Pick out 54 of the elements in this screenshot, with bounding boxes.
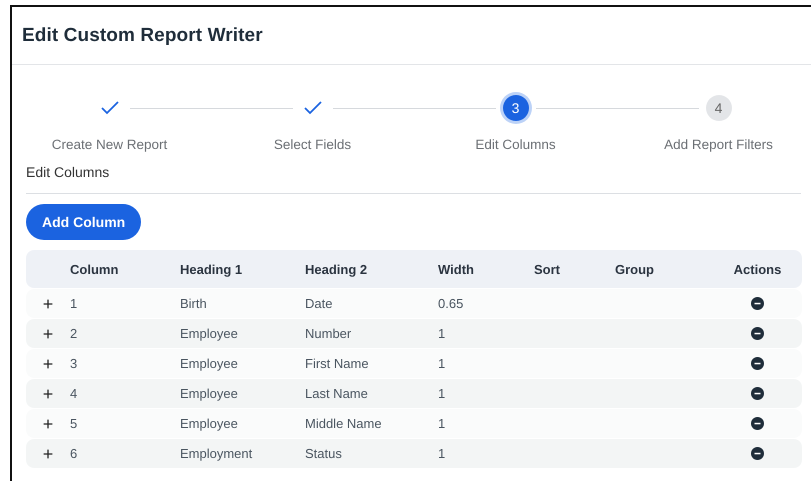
table-cell-text: 1 xyxy=(438,416,446,431)
step-label: Select Fields xyxy=(274,137,352,152)
table-cell-text: 1 xyxy=(438,446,446,461)
remove-icon[interactable] xyxy=(751,297,764,310)
expand-button[interactable]: + xyxy=(42,324,54,342)
table-cell-text: 1 xyxy=(438,326,446,341)
remove-icon[interactable] xyxy=(751,387,764,400)
column-header: Heading 1 xyxy=(180,262,242,276)
column-header: Actions xyxy=(734,262,782,276)
table-cell-text: Employee xyxy=(180,386,239,401)
column-header: Sort xyxy=(534,262,560,276)
table-cell-text: 6 xyxy=(70,446,78,461)
table-cell-text: 3 xyxy=(70,356,78,371)
expand-button[interactable]: + xyxy=(42,294,54,312)
expand-button[interactable]: + xyxy=(42,444,54,462)
step-label: Edit Columns xyxy=(475,137,556,152)
column-header: Heading 2 xyxy=(305,262,368,276)
table-cell-text: 1 xyxy=(438,386,446,401)
table-cell-text: Birth xyxy=(180,296,208,311)
table-cell-text: 0.65 xyxy=(438,296,464,311)
add-column-button[interactable]: Add Column xyxy=(26,204,142,240)
expand-button[interactable]: + xyxy=(42,414,54,432)
table-cell-text: Last Name xyxy=(305,386,369,401)
remove-icon[interactable] xyxy=(751,357,764,370)
column-header: Column xyxy=(70,262,118,276)
table-cell-text: Employee xyxy=(180,326,239,341)
table-cell-text: First Name xyxy=(305,356,370,371)
remove-icon[interactable] xyxy=(751,447,764,460)
table-cell-text: Date xyxy=(305,296,334,311)
table-cell-text: 1 xyxy=(70,296,78,311)
table-cell-text: Middle Name xyxy=(305,416,383,431)
table-cell-text: Employee xyxy=(180,416,239,431)
step-label: Add Report Filters xyxy=(664,137,773,152)
step-label: Create New Report xyxy=(52,137,168,152)
expand-button[interactable]: + xyxy=(42,354,54,372)
section-title: Edit Columns xyxy=(26,164,801,194)
step-number: 4 xyxy=(706,95,732,121)
table-cell-text: 1 xyxy=(438,356,446,371)
remove-icon[interactable] xyxy=(751,417,764,430)
table-cell-text: Employment xyxy=(180,446,254,461)
check-icon xyxy=(304,101,322,115)
table-cell-text: Number xyxy=(305,326,352,341)
table-cell-text: 2 xyxy=(70,326,78,341)
table-cell-text: 5 xyxy=(70,416,78,431)
column-header: Width xyxy=(438,262,474,276)
expand-button[interactable]: + xyxy=(42,384,54,402)
check-icon xyxy=(100,101,118,115)
table-cell-text: 4 xyxy=(70,386,78,401)
column-header: Group xyxy=(615,262,654,276)
dialog-title: Edit Custom Report Writer xyxy=(22,24,263,46)
table-cell-text: Status xyxy=(305,446,343,461)
step-number: 3 xyxy=(502,95,528,121)
remove-icon[interactable] xyxy=(751,327,764,340)
table-cell-text: Employee xyxy=(180,356,239,371)
